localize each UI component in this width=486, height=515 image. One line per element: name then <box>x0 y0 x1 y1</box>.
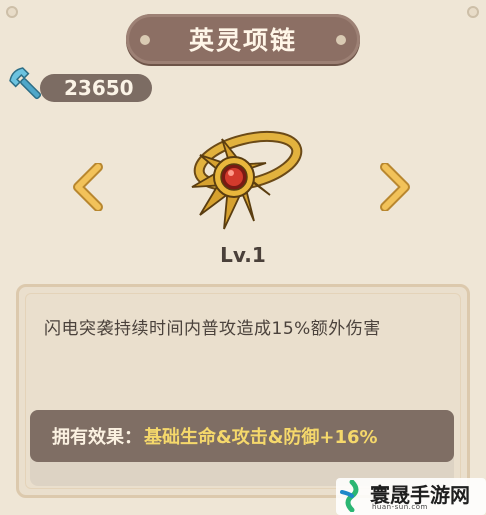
corner-ornament-left <box>6 6 18 18</box>
chevron-right-icon[interactable] <box>377 163 413 211</box>
effect-bar: 拥有效果： 基础生命&攻击&防御+16% <box>30 410 454 462</box>
necklace-icon <box>191 130 303 230</box>
currency-counter: 23650 <box>40 74 152 102</box>
chevron-left-icon[interactable] <box>70 163 106 211</box>
effect-value: 基础生命&攻击&防御+16% <box>144 427 378 448</box>
page-title: 英灵项链 <box>188 26 297 55</box>
currency-value: 23650 <box>64 76 134 100</box>
corner-ornament-right <box>467 6 479 18</box>
effect-label: 拥有效果： <box>52 427 142 448</box>
item-level: Lv.1 <box>220 243 266 267</box>
wrench-icon <box>9 67 42 100</box>
watermark-subtext: huan-sun.com <box>372 503 428 511</box>
item-description: 闪电突袭持续时间内普攻造成15%额外伤害 <box>44 319 381 339</box>
watermark-logo-icon <box>340 480 359 512</box>
title-banner: 英灵项链 <box>126 14 360 64</box>
